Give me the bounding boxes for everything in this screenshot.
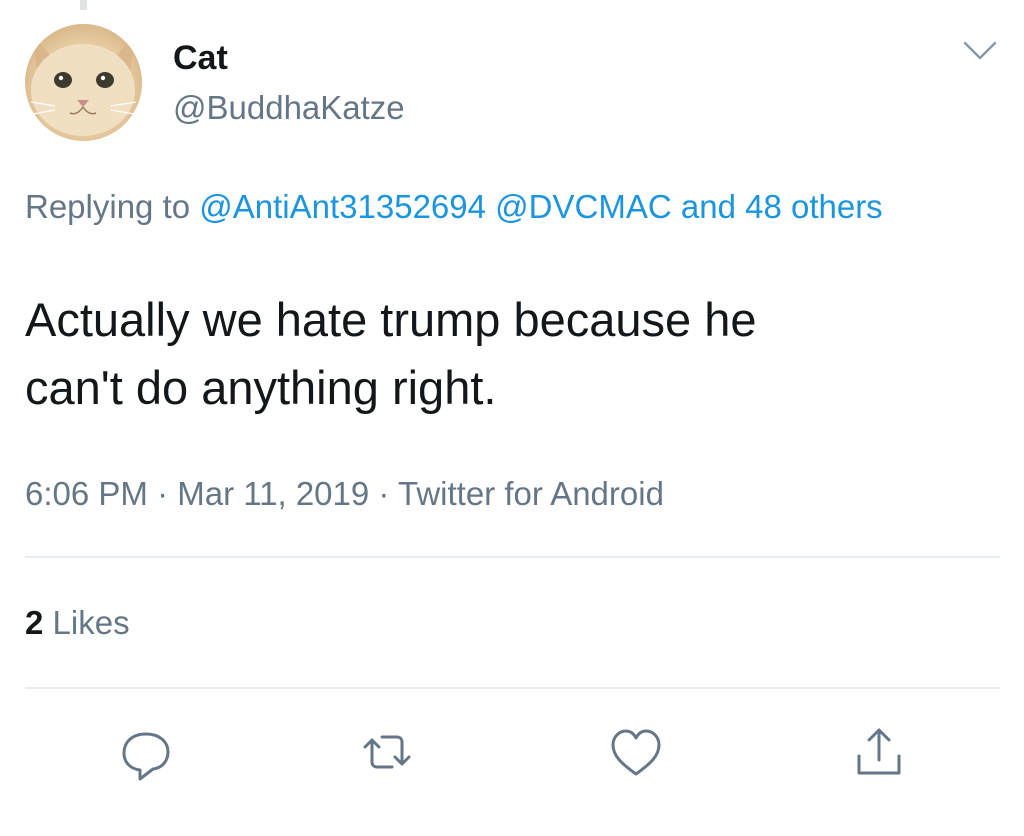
avatar[interactable] bbox=[25, 24, 142, 141]
divider bbox=[25, 556, 1000, 558]
retweet-icon[interactable] bbox=[355, 720, 419, 784]
replying-prefix: Replying to bbox=[25, 188, 200, 225]
tweet-source[interactable]: Twitter for Android bbox=[398, 475, 664, 512]
reply-icon[interactable] bbox=[114, 720, 178, 784]
separator-dot: · bbox=[147, 475, 178, 512]
tweet-date[interactable]: Mar 11, 2019 bbox=[177, 475, 369, 512]
tweet-time[interactable]: 6:06 PM bbox=[25, 475, 148, 512]
tweet-text-line: Actually we hate trump because he bbox=[25, 293, 757, 346]
separator-dot: · bbox=[369, 475, 398, 512]
others-link[interactable]: and 48 others bbox=[681, 188, 883, 225]
heart-icon[interactable] bbox=[604, 720, 668, 784]
tweet-text-line: can't do anything right. bbox=[25, 361, 497, 414]
author-display-name[interactable]: Cat bbox=[173, 38, 228, 78]
replying-to-line: Replying to @AntiAnt31352694 @DVCMAC and… bbox=[25, 183, 985, 230]
likes-count: 2 bbox=[25, 604, 44, 641]
likes-label: Likes bbox=[52, 604, 130, 641]
mention-link[interactable]: @AntiAnt31352694 bbox=[199, 188, 486, 225]
chevron-down-icon[interactable] bbox=[962, 38, 998, 64]
cat-avatar-image bbox=[25, 24, 142, 141]
share-icon[interactable] bbox=[847, 720, 911, 784]
tweet-text: Actually we hate trump because he can't … bbox=[25, 286, 985, 422]
divider bbox=[25, 687, 1000, 689]
tweet-metadata: 6:06 PM · Mar 11, 2019 · Twitter for And… bbox=[25, 472, 664, 516]
mention-link[interactable]: @DVCMAC bbox=[495, 188, 672, 225]
thread-connector-line bbox=[80, 0, 87, 10]
author-handle[interactable]: @BuddhaKatze bbox=[173, 88, 405, 128]
likes-stat[interactable]: 2 Likes bbox=[25, 601, 130, 645]
